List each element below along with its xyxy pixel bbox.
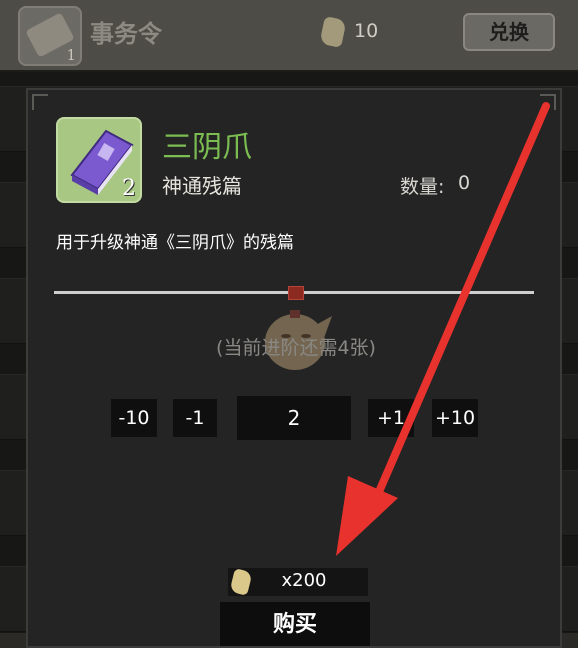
corner-ornament bbox=[540, 94, 556, 110]
item-description: 用于升级神通《三阴爪》的残篇 bbox=[56, 233, 294, 253]
item-type: 神通残篇 bbox=[162, 174, 242, 198]
buy-button[interactable]: 购买 bbox=[220, 602, 370, 646]
item-name: 三阴爪 bbox=[162, 130, 252, 165]
remaining-requirement: (当前进阶还需4张) bbox=[216, 337, 376, 359]
quantity-label: 数量: bbox=[400, 176, 445, 198]
corner-ornament bbox=[32, 94, 48, 110]
purple-book-icon: 2 bbox=[56, 117, 142, 203]
plus-10-button[interactable]: +10 bbox=[432, 399, 478, 437]
top-bar: 1 事务令 10 兑换 bbox=[0, 0, 578, 72]
quantity-value: 0 bbox=[458, 172, 471, 194]
coin-icon bbox=[319, 16, 347, 48]
minus-1-button[interactable]: -1 bbox=[173, 399, 217, 437]
header-item-count: 1 bbox=[66, 46, 76, 64]
exchange-button[interactable]: 兑换 bbox=[463, 13, 555, 51]
scroll-icon[interactable]: 1 bbox=[18, 6, 82, 66]
price-amount: x200 bbox=[281, 570, 327, 591]
currency-count: 10 bbox=[354, 20, 379, 42]
plus-1-button[interactable]: +1 bbox=[368, 399, 414, 437]
minus-10-button[interactable]: -10 bbox=[111, 399, 157, 437]
item-count-badge: 2 bbox=[122, 176, 136, 201]
quantity-input[interactable]: 2 bbox=[237, 396, 351, 440]
header-title: 事务令 bbox=[90, 19, 162, 48]
purchase-dialog: 2 三阴爪 神通残篇 数量: 0 用于升级神通《三阴爪》的残篇 (当前进阶还需4… bbox=[26, 88, 562, 648]
